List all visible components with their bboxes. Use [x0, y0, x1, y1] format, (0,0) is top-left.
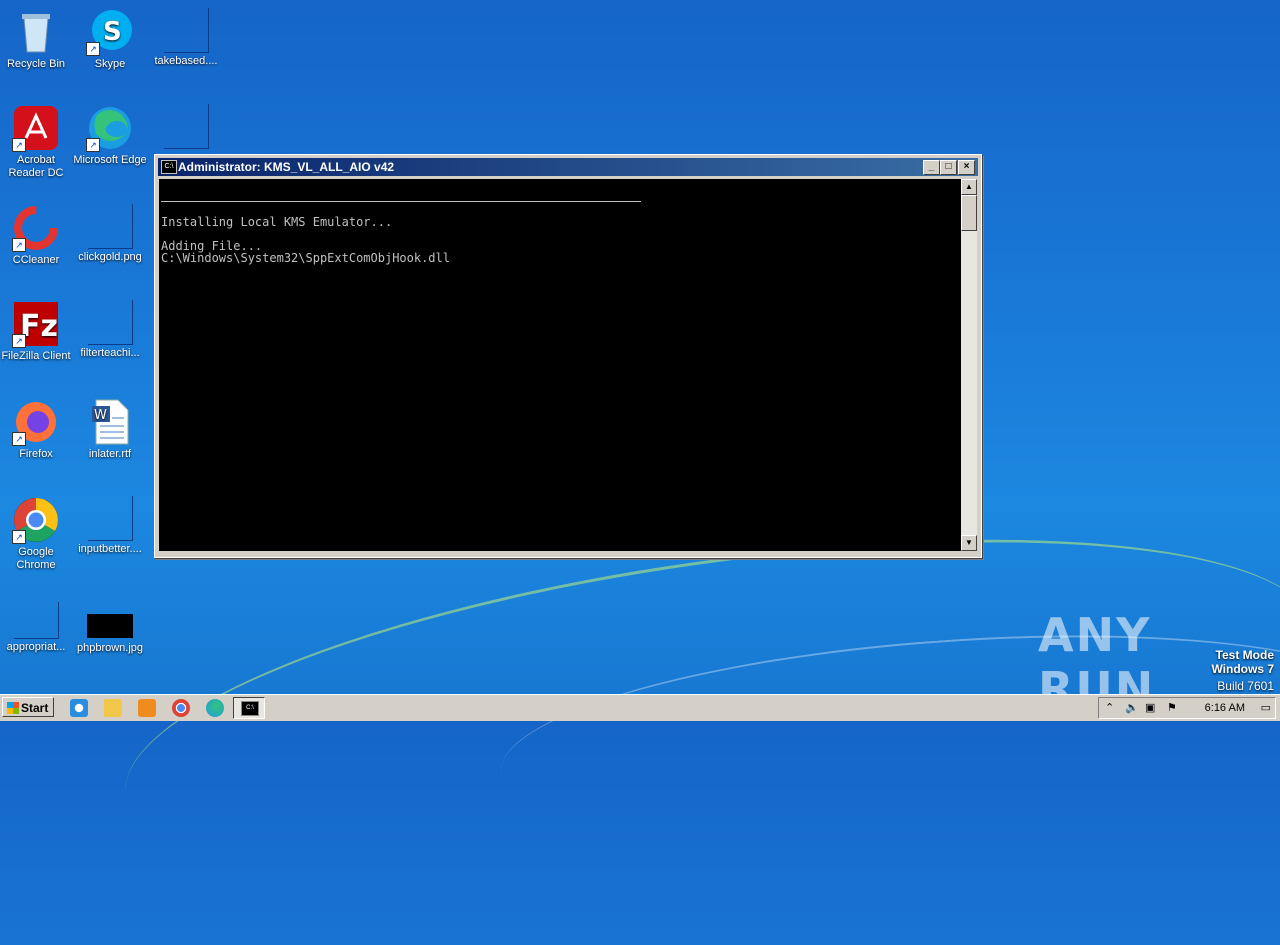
network-icon[interactable]: ▣: [1145, 698, 1155, 718]
icon-label: Skype: [94, 58, 126, 70]
show-hidden-icons-icon[interactable]: ⌃: [1105, 698, 1114, 718]
desktop-icon-appropriat[interactable]: appropriat...: [0, 602, 74, 654]
icon-label: takebased....: [154, 55, 218, 67]
desktop-icon-takebased[interactable]: takebased....: [148, 8, 224, 68]
console-line: C:\Windows\System32\SppExtComObjHook.dll: [161, 251, 450, 265]
desktop-icon-filterteachi[interactable]: filterteachi...: [72, 300, 148, 360]
icon-label: Acrobat Reader DC: [8, 154, 64, 179]
taskbar: Start C:\ ⌃ 🔈 ▣ ⚑ 6:16 AM ▭: [0, 694, 1280, 721]
svg-text:W: W: [94, 408, 107, 423]
show-desktop-icon[interactable]: ▭: [1261, 698, 1271, 718]
os-version-label: Windows 7: [1211, 662, 1274, 676]
clock[interactable]: 6:16 AM: [1205, 698, 1245, 718]
icon-label: inlater.rtf: [88, 448, 132, 460]
icon-label: CCleaner: [12, 254, 60, 266]
window-title: Administrator: KMS_VL_ALL_AIO v42: [178, 160, 395, 174]
desktop-icon-ccleaner[interactable]: ↗ CCleaner: [0, 204, 74, 267]
shortcut-arrow-icon: ↗: [86, 138, 100, 152]
scroll-thumb[interactable]: [961, 195, 977, 231]
desktop-icon-phpbrown[interactable]: phpbrown.jpg: [72, 614, 148, 655]
desktop-icon-filezilla[interactable]: Fz ↗ FileZilla Client: [0, 300, 74, 363]
icon-label: FileZilla Client: [1, 350, 71, 362]
skype-icon: S ↗: [86, 8, 134, 56]
separator-line: [161, 201, 641, 202]
desktop-icon-edge[interactable]: ↗ Microsoft Edge: [72, 104, 148, 167]
maximize-button[interactable]: □: [940, 160, 957, 175]
file-thumbnail: [87, 300, 133, 345]
action-center-flag-icon[interactable]: ⚑: [1167, 698, 1177, 718]
firefox-icon: ↗: [12, 398, 60, 446]
shortcut-arrow-icon: ↗: [12, 238, 26, 252]
start-button[interactable]: Start: [2, 697, 54, 717]
build-label: Build 7601: [1217, 679, 1274, 693]
shortcut-arrow-icon: ↗: [12, 138, 26, 152]
chrome-icon: ↗: [12, 496, 60, 544]
scroll-up-button[interactable]: ▲: [961, 179, 977, 195]
icon-label: phpbrown.jpg: [76, 642, 144, 654]
svg-text:S: S: [103, 17, 122, 47]
windows-logo-icon: [7, 702, 19, 714]
close-button[interactable]: ×: [958, 160, 975, 175]
icon-label: clickgold.png: [78, 251, 142, 263]
desktop-icon-unnamed[interactable]: [148, 104, 224, 151]
console-output[interactable]: Installing Local KMS Emulator... Adding …: [159, 179, 961, 551]
icon-label: Recycle Bin: [6, 58, 66, 70]
start-label: Start: [21, 701, 49, 715]
console-window[interactable]: C:\ Administrator: KMS_VL_ALL_AIO v42 _ …: [154, 154, 982, 558]
scroll-down-button[interactable]: ▼: [961, 535, 977, 551]
image-thumbnail: [87, 614, 133, 638]
filezilla-icon: Fz ↗: [12, 300, 60, 348]
test-mode-label: Test Mode: [1215, 648, 1274, 662]
vertical-scrollbar[interactable]: ▲ ▼: [961, 179, 977, 551]
desktop-icon-firefox[interactable]: ↗ Firefox: [0, 398, 74, 461]
system-tray: ⌃ 🔈 ▣ ⚑ 6:16 AM ▭: [1098, 697, 1276, 719]
explorer-folder-icon[interactable]: [104, 699, 122, 717]
media-player-icon[interactable]: [138, 699, 156, 717]
taskbar-console-button[interactable]: C:\: [233, 697, 265, 719]
acrobat-icon: ↗: [12, 104, 60, 152]
desktop-icon-recycle-bin[interactable]: Recycle Bin: [0, 8, 74, 71]
file-thumbnail: [87, 496, 133, 541]
volume-icon[interactable]: 🔈: [1125, 698, 1139, 718]
file-thumbnail: [163, 104, 209, 149]
ie-icon[interactable]: [70, 699, 88, 717]
desktop-icon-inlater[interactable]: W inlater.rtf: [72, 398, 148, 461]
shortcut-arrow-icon: ↗: [86, 42, 100, 56]
minimize-button[interactable]: _: [923, 160, 940, 175]
file-thumbnail: [13, 602, 59, 639]
desktop-icon-skype[interactable]: S ↗ Skype: [72, 8, 148, 71]
icon-label: appropriat...: [6, 641, 66, 653]
icon-label: Google Chrome: [16, 546, 56, 571]
desktop-icon-clickgold[interactable]: clickgold.png: [72, 204, 148, 264]
shortcut-arrow-icon: ↗: [12, 530, 26, 544]
shortcut-arrow-icon: ↗: [12, 432, 26, 446]
window-titlebar[interactable]: C:\ Administrator: KMS_VL_ALL_AIO v42 _ …: [158, 158, 978, 176]
desktop-icon-inputbetter[interactable]: inputbetter....: [72, 496, 148, 556]
ccleaner-icon: ↗: [12, 204, 60, 252]
icon-label: Microsoft Edge: [73, 154, 147, 166]
word-document-icon: W: [86, 398, 134, 446]
icon-label: inputbetter....: [78, 543, 142, 555]
desktop-icon-chrome[interactable]: ↗ Google Chrome: [0, 496, 74, 572]
chrome-taskbar-icon[interactable]: [172, 699, 190, 717]
icon-label: filterteachi...: [80, 347, 140, 359]
edge-icon: ↗: [86, 104, 134, 152]
console-line: Installing Local KMS Emulator...: [161, 215, 393, 229]
console-icon: C:\: [241, 701, 259, 716]
edge-taskbar-icon[interactable]: [206, 699, 224, 717]
file-thumbnail: [87, 204, 133, 249]
console-icon: C:\: [161, 160, 177, 174]
file-thumbnail: [163, 8, 209, 53]
recycle-bin-icon: [12, 8, 60, 56]
icon-label: Firefox: [19, 448, 53, 460]
shortcut-arrow-icon: ↗: [12, 334, 26, 348]
desktop-icon-acrobat[interactable]: ↗ Acrobat Reader DC: [0, 104, 74, 180]
